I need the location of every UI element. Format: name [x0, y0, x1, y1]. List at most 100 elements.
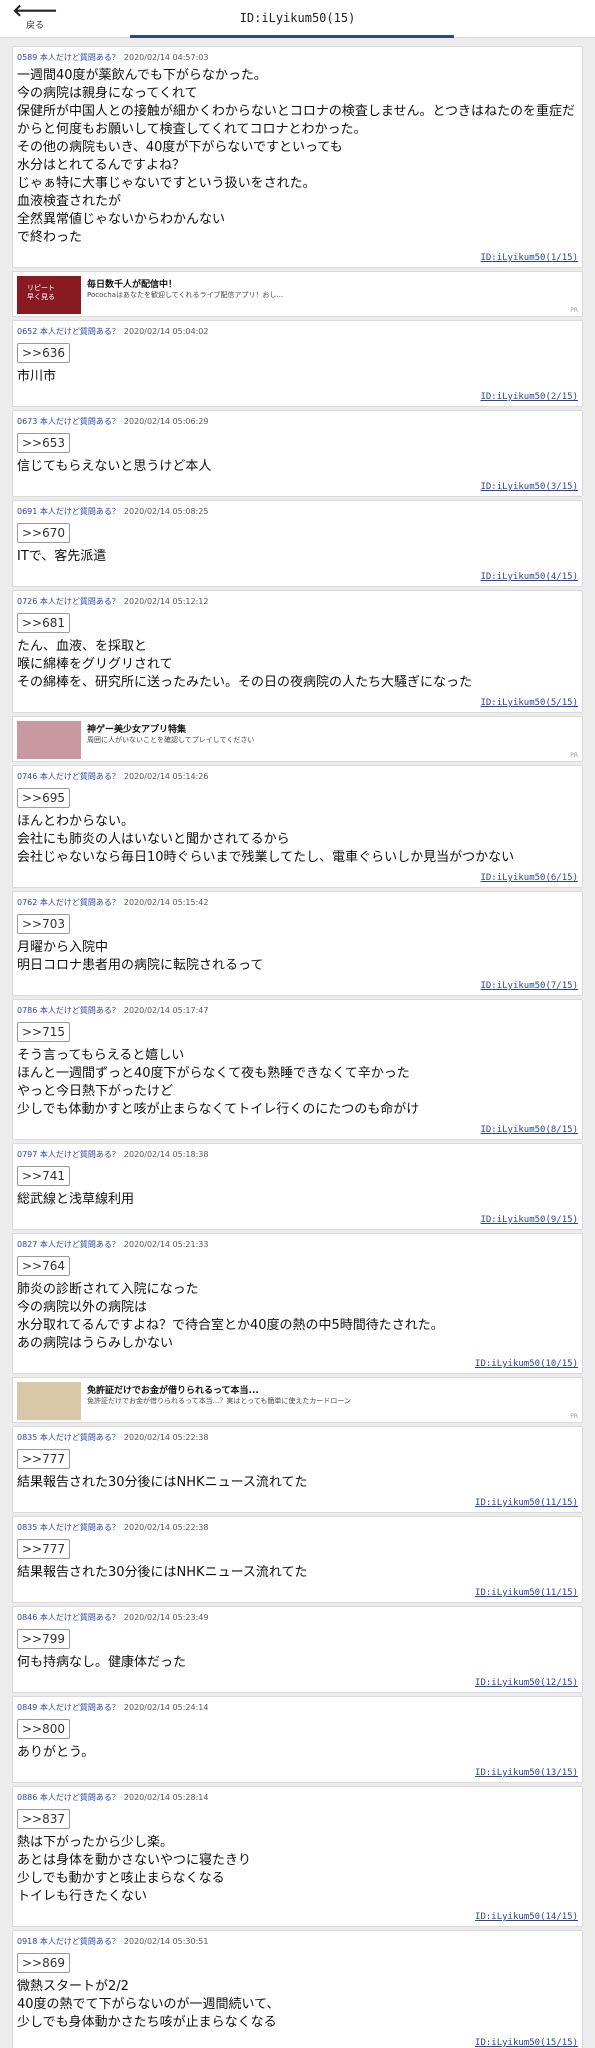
- reply-anchor-link[interactable]: >>777: [17, 1539, 71, 1559]
- poster-id-link[interactable]: ID:iLyikum50(14/15): [17, 1912, 578, 1922]
- title-underline: [130, 35, 454, 38]
- reply-anchor-link[interactable]: >>653: [17, 433, 71, 453]
- post-body: 微熱スタートが2/2 40度の熱でて下がらないのが一週間続いて、 少しでも身体動…: [17, 1979, 280, 2030]
- page-title: ID:iLyikum50(15): [239, 11, 356, 25]
- poster-id-link[interactable]: ID:iLyikum50(6/15): [17, 873, 578, 883]
- poster-id-link[interactable]: ID:iLyikum50(3/15): [17, 482, 578, 492]
- post-number-title: 0589 本人だけど質問ある？: [17, 53, 120, 62]
- poster-id-link[interactable]: ID:iLyikum50(15/15): [17, 2038, 578, 2048]
- post-timestamp: 2020/02/14 05:14:26: [123, 772, 209, 781]
- reply-anchor-link[interactable]: >>837: [17, 1809, 71, 1829]
- reply-anchor-link[interactable]: >>764: [17, 1256, 71, 1276]
- poster-id-link[interactable]: ID:iLyikum50(13/15): [17, 1768, 578, 1778]
- ad-title: 免許証だけでお金が借りられるって本当...: [87, 1386, 259, 1396]
- top-bar: 🡐 戻る ID:iLyikum50(15): [0, 0, 595, 38]
- reply-anchor-link[interactable]: >>681: [17, 613, 71, 633]
- post-body: 市川市: [17, 369, 57, 384]
- post: 0849 本人だけど質問ある？ 2020/02/14 05:24:14 >>800 あ…: [12, 1696, 583, 1783]
- post: 0886 本人だけど質問ある？ 2020/02/14 05:28:14 >>837 熱…: [12, 1786, 583, 1927]
- post: 0673 本人だけど質問ある？ 2020/02/14 05:06:29 >>653 信…: [12, 410, 583, 497]
- post-number-title: 0827 本人だけど質問ある？: [17, 1240, 120, 1249]
- post-meta: 0589 本人だけど質問ある？ 2020/02/14 04:57:03: [17, 52, 578, 63]
- post-number-title: 0746 本人だけど質問ある？: [17, 772, 120, 781]
- post-meta: 0846 本人だけど質問ある？ 2020/02/14 05:23:49: [17, 1612, 578, 1623]
- post: 0835 本人だけど質問ある？ 2020/02/14 05:22:38 >>777 結…: [12, 1426, 583, 1513]
- reply-anchor-link[interactable]: >>703: [17, 914, 71, 934]
- post-body: 信じてもらえないと思うけど本人: [17, 459, 212, 474]
- ad-banner[interactable]: 神ゲー美少女アプリ特集 周囲に人がいないことを確認してプレイしてください PR: [12, 716, 583, 762]
- post-meta: 0797 本人だけど質問ある？ 2020/02/14 05:18:38: [17, 1149, 578, 1160]
- post-timestamp: 2020/02/14 05:24:14: [123, 1703, 209, 1712]
- post-meta: 0673 本人だけど質問ある？ 2020/02/14 05:06:29: [17, 416, 578, 427]
- reply-anchor-link[interactable]: >>636: [17, 343, 71, 363]
- post: 0652 本人だけど質問ある？ 2020/02/14 05:04:02 >>636 市…: [12, 320, 583, 407]
- post-body: ありがとう。: [17, 1745, 95, 1760]
- reply-anchor-link[interactable]: >>869: [17, 1953, 71, 1973]
- ad-title: 神ゲー美少女アプリ特集: [87, 725, 187, 735]
- poster-id-link[interactable]: ID:iLyikum50(7/15): [17, 981, 578, 991]
- post-timestamp: 2020/02/14 05:04:02: [123, 327, 209, 336]
- post-number-title: 0849 本人だけど質問ある？: [17, 1703, 120, 1712]
- post-meta: 0746 本人だけど質問ある？ 2020/02/14 05:14:26: [17, 771, 578, 782]
- post-number-title: 0846 本人だけど質問ある？: [17, 1613, 120, 1622]
- reply-anchor-link[interactable]: >>741: [17, 1166, 71, 1186]
- post: 0918 本人だけど質問ある？ 2020/02/14 05:30:51 >>869 微…: [12, 1930, 583, 2048]
- post-body: 結果報告された30分後にはNHKニュース流れてた: [17, 1565, 308, 1580]
- post-number-title: 0918 本人だけど質問ある？: [17, 1937, 120, 1946]
- post-body: 肺炎の診断されて入院になった 今の病院以外の病院は 水分取れてるんですよね？で待…: [17, 1282, 444, 1351]
- poster-id-link[interactable]: ID:iLyikum50(11/15): [17, 1588, 578, 1598]
- reply-anchor-link[interactable]: >>715: [17, 1022, 71, 1042]
- poster-id-link[interactable]: ID:iLyikum50(4/15): [17, 572, 578, 582]
- ad-thumbnail: リピート 早く見る: [17, 276, 81, 314]
- post-timestamp: 2020/02/14 05:15:42: [123, 898, 209, 907]
- post-meta: 0835 本人だけど質問ある？ 2020/02/14 05:22:38: [17, 1522, 578, 1533]
- post-meta: 0886 本人だけど質問ある？ 2020/02/14 05:28:14: [17, 1792, 578, 1803]
- ad-banner[interactable]: 免許証だけでお金が借りられるって本当... 免許証だけでお金が借りられるって本当.…: [12, 1377, 583, 1423]
- poster-id-link[interactable]: ID:iLyikum50(12/15): [17, 1678, 578, 1688]
- post-meta: 0652 本人だけど質問ある？ 2020/02/14 05:04:02: [17, 326, 578, 337]
- post-meta: 0786 本人だけど質問ある？ 2020/02/14 05:17:47: [17, 1005, 578, 1016]
- post: 0746 本人だけど質問ある？ 2020/02/14 05:14:26 >>695 ほ…: [12, 765, 583, 888]
- reply-anchor-link[interactable]: >>695: [17, 788, 71, 808]
- poster-id-link[interactable]: ID:iLyikum50(8/15): [17, 1125, 578, 1135]
- post-number-title: 0762 本人だけど質問ある？: [17, 898, 120, 907]
- post-body: ITで、客先派遣: [17, 549, 107, 564]
- poster-id-link[interactable]: ID:iLyikum50(1/15): [17, 253, 578, 263]
- post-body: そう言ってもらえると嬉しい ほんと一週間ずっと40度下がらなくて夜も熟睡できなく…: [17, 1048, 420, 1117]
- poster-id-link[interactable]: ID:iLyikum50(11/15): [17, 1498, 578, 1508]
- reply-anchor-link[interactable]: >>777: [17, 1449, 71, 1469]
- post-number-title: 0835 本人だけど質問ある？: [17, 1433, 120, 1442]
- post-timestamp: 2020/02/14 05:08:25: [123, 507, 209, 516]
- post: 0797 本人だけど質問ある？ 2020/02/14 05:18:38 >>741 総…: [12, 1143, 583, 1230]
- ad-thumbnail-text: リピート 早く見る: [27, 284, 55, 301]
- reply-anchor-link[interactable]: >>670: [17, 523, 71, 543]
- ad-thumbnail: [17, 1382, 81, 1420]
- post-body: 熱は下がったから少し楽。 あとは身体を動かさないやつに寝たきり 少しでも動かすと…: [17, 1835, 252, 1904]
- post-body: ほんとわからない。 会社にも肺炎の人はいないと聞かされてるから 会社じゃないなら…: [17, 814, 515, 865]
- post-timestamp: 2020/02/14 05:17:47: [123, 1006, 209, 1015]
- post-number-title: 0835 本人だけど質問ある？: [17, 1523, 120, 1532]
- post-timestamp: 2020/02/14 05:21:33: [123, 1240, 209, 1249]
- poster-id-link[interactable]: ID:iLyikum50(2/15): [17, 392, 578, 402]
- post-body: 総武線と浅草線利用: [17, 1192, 135, 1207]
- post-timestamp: 2020/02/14 05:28:14: [123, 1793, 209, 1802]
- ad-description: 周囲に人がいないことを確認してプレイしてください: [87, 736, 255, 744]
- post-body: 結果報告された30分後にはNHKニュース流れてた: [17, 1475, 308, 1490]
- post-number-title: 0886 本人だけど質問ある？: [17, 1793, 120, 1802]
- post: 0726 本人だけど質問ある？ 2020/02/14 05:12:12 >>681 た…: [12, 590, 583, 713]
- reply-anchor-link[interactable]: >>799: [17, 1629, 71, 1649]
- post-meta: 0726 本人だけど質問ある？ 2020/02/14 05:12:12: [17, 596, 578, 607]
- post: 0589 本人だけど質問ある？ 2020/02/14 04:57:03 一週間40度…: [12, 46, 583, 268]
- post-timestamp: 2020/02/14 05:06:29: [123, 417, 209, 426]
- poster-id-link[interactable]: ID:iLyikum50(5/15): [17, 698, 578, 708]
- post-timestamp: 2020/02/14 05:30:51: [123, 1937, 209, 1946]
- ad-description: 免許証だけでお金が借りられるって本当...？実はとっても簡単に使えたカードローン: [87, 1397, 352, 1405]
- poster-id-link[interactable]: ID:iLyikum50(9/15): [17, 1215, 578, 1225]
- ad-description: Pocochaはあなたを歓迎してくれるライブ配信アプリ！おし...: [87, 291, 284, 299]
- post-number-title: 0786 本人だけど質問ある？: [17, 1006, 120, 1015]
- post: 0827 本人だけど質問ある？ 2020/02/14 05:21:33 >>764 肺…: [12, 1233, 583, 1374]
- ad-banner[interactable]: リピート 早く見る 毎日数千人が配信中！ Pocochaはあなたを歓迎してくれるライ…: [12, 271, 583, 317]
- post-body: たん、血液、を採取と 喉に綿棒をグリグリされて その綿棒を、研究所に送ったみたい…: [17, 639, 473, 690]
- reply-anchor-link[interactable]: >>800: [17, 1719, 71, 1739]
- poster-id-link[interactable]: ID:iLyikum50(10/15): [17, 1359, 578, 1369]
